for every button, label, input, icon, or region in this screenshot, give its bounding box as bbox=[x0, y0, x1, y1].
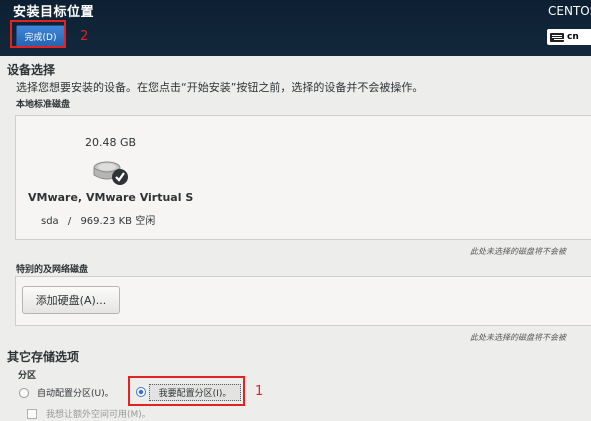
add-disk-button[interactable]: 添加硬盘(A)... bbox=[22, 286, 120, 314]
local-disks-note: 此处未选择的磁盘将不会被 bbox=[470, 247, 566, 256]
disk-device: sda bbox=[41, 216, 59, 227]
annotation-box-done bbox=[10, 20, 66, 48]
device-selection-title: 设备选择 bbox=[7, 63, 56, 77]
disk-separator: / bbox=[67, 216, 72, 227]
keyboard-layout-indicator[interactable]: cn bbox=[547, 29, 591, 45]
annotation-number-done: 2 bbox=[80, 29, 89, 44]
product-name: CENTOS bbox=[548, 4, 591, 18]
header-bar: 安装目标位置 CENTOS cn 完成(D) 2 bbox=[0, 0, 591, 56]
other-storage-title: 其它存储选项 bbox=[7, 350, 80, 364]
network-disks-note: 此处未选择的磁盘将不会被 bbox=[470, 333, 566, 342]
extra-space-checkbox[interactable] bbox=[27, 409, 37, 419]
network-disks-heading: 特别的及网络磁盘 bbox=[16, 265, 89, 275]
disk-name: VMware, VMware Virtual S bbox=[28, 191, 194, 204]
annotation-box-manual bbox=[128, 376, 245, 406]
page-title: 安装目标位置 bbox=[13, 5, 95, 20]
keyboard-layout-label: cn bbox=[567, 32, 579, 42]
keyboard-icon bbox=[550, 32, 564, 42]
local-disks-heading: 本地标准磁盘 bbox=[16, 100, 71, 110]
annotation-number-manual: 1 bbox=[255, 384, 264, 399]
device-selection-description: 选择您想要安装的设备。在您点击“开始安装”按钮之前，选择的设备并不会被操作。 bbox=[16, 81, 424, 94]
auto-partition-label[interactable]: 自动配置分区(U)。 bbox=[37, 386, 114, 399]
auto-partition-radio[interactable] bbox=[19, 388, 29, 398]
partition-heading: 分区 bbox=[18, 371, 37, 381]
extra-space-label[interactable]: 我想让额外空间可用(M)。 bbox=[46, 407, 151, 420]
disk-free-space: 969.23 KB 空闲 bbox=[80, 216, 156, 227]
hard-disk-icon bbox=[91, 155, 131, 191]
disk-size: 20.48 GB bbox=[85, 136, 137, 149]
disk-details: sda / 969.23 KB 空闲 bbox=[41, 212, 155, 227]
